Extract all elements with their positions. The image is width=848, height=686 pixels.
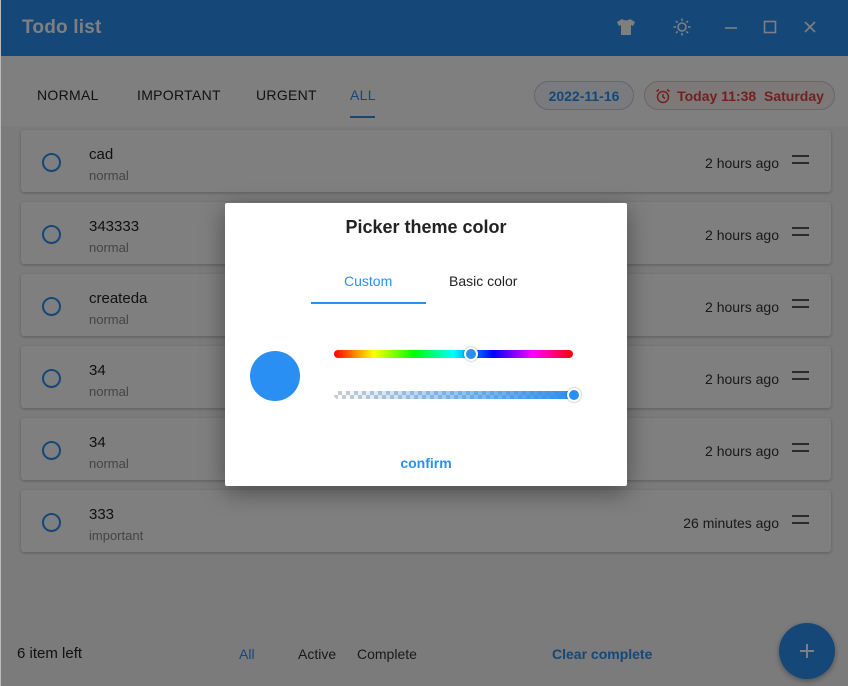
app-window: Todo list	[0, 0, 848, 686]
tab-basic-color[interactable]: Basic color	[449, 273, 517, 289]
theme-color-dialog: Picker theme color Custom Basic color co…	[225, 203, 627, 486]
hue-slider[interactable]	[334, 350, 573, 358]
hue-slider-thumb[interactable]	[464, 347, 479, 361]
active-dialog-tab-indicator	[311, 302, 426, 304]
dialog-title: Picker theme color	[345, 217, 507, 237]
alpha-slider-thumb[interactable]	[567, 388, 581, 402]
tab-custom[interactable]: Custom	[344, 273, 392, 289]
confirm-button[interactable]: confirm	[225, 455, 627, 471]
alpha-slider[interactable]	[334, 391, 574, 399]
color-preview-swatch	[250, 351, 300, 401]
